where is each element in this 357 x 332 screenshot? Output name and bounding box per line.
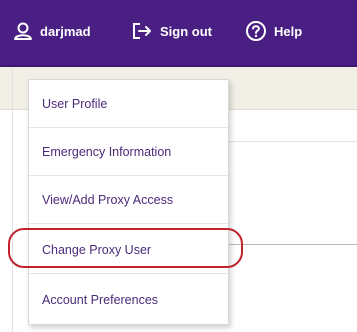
user-icon — [14, 22, 32, 40]
sign-out-label: Sign out — [160, 23, 212, 39]
page-divider — [228, 244, 357, 245]
menu-item-label: Change Proxy User — [42, 242, 152, 257]
header-bar: darjmad Sign out Help — [0, 0, 357, 67]
help-button[interactable]: Help — [245, 18, 302, 44]
menu-item-view-add-proxy-access[interactable]: View/Add Proxy Access — [29, 176, 228, 224]
menu-item-user-profile[interactable]: User Profile — [29, 80, 228, 128]
menu-item-label: User Profile — [42, 96, 108, 111]
username-label: darjmad — [40, 23, 91, 39]
help-label: Help — [274, 23, 303, 39]
menu-item-label: Emergency Information — [42, 144, 172, 159]
menu-item-change-proxy-user[interactable]: Change Proxy User — [29, 226, 228, 274]
help-icon — [246, 21, 266, 41]
menu-item-emergency-information[interactable]: Emergency Information — [29, 128, 228, 176]
page-divider — [12, 67, 13, 332]
sign-out-button[interactable]: Sign out — [131, 18, 212, 44]
menu-item-label: View/Add Proxy Access — [42, 192, 174, 207]
sign-out-icon — [133, 23, 151, 39]
page-divider — [228, 141, 357, 142]
menu-item-label: Account Preferences — [42, 293, 159, 307]
menu-item-account-preferences[interactable]: Account Preferences — [29, 276, 228, 324]
user-menu-button[interactable]: darjmad — [13, 18, 91, 44]
user-dropdown-menu: User Profile Emergency Information View/… — [28, 79, 229, 325]
